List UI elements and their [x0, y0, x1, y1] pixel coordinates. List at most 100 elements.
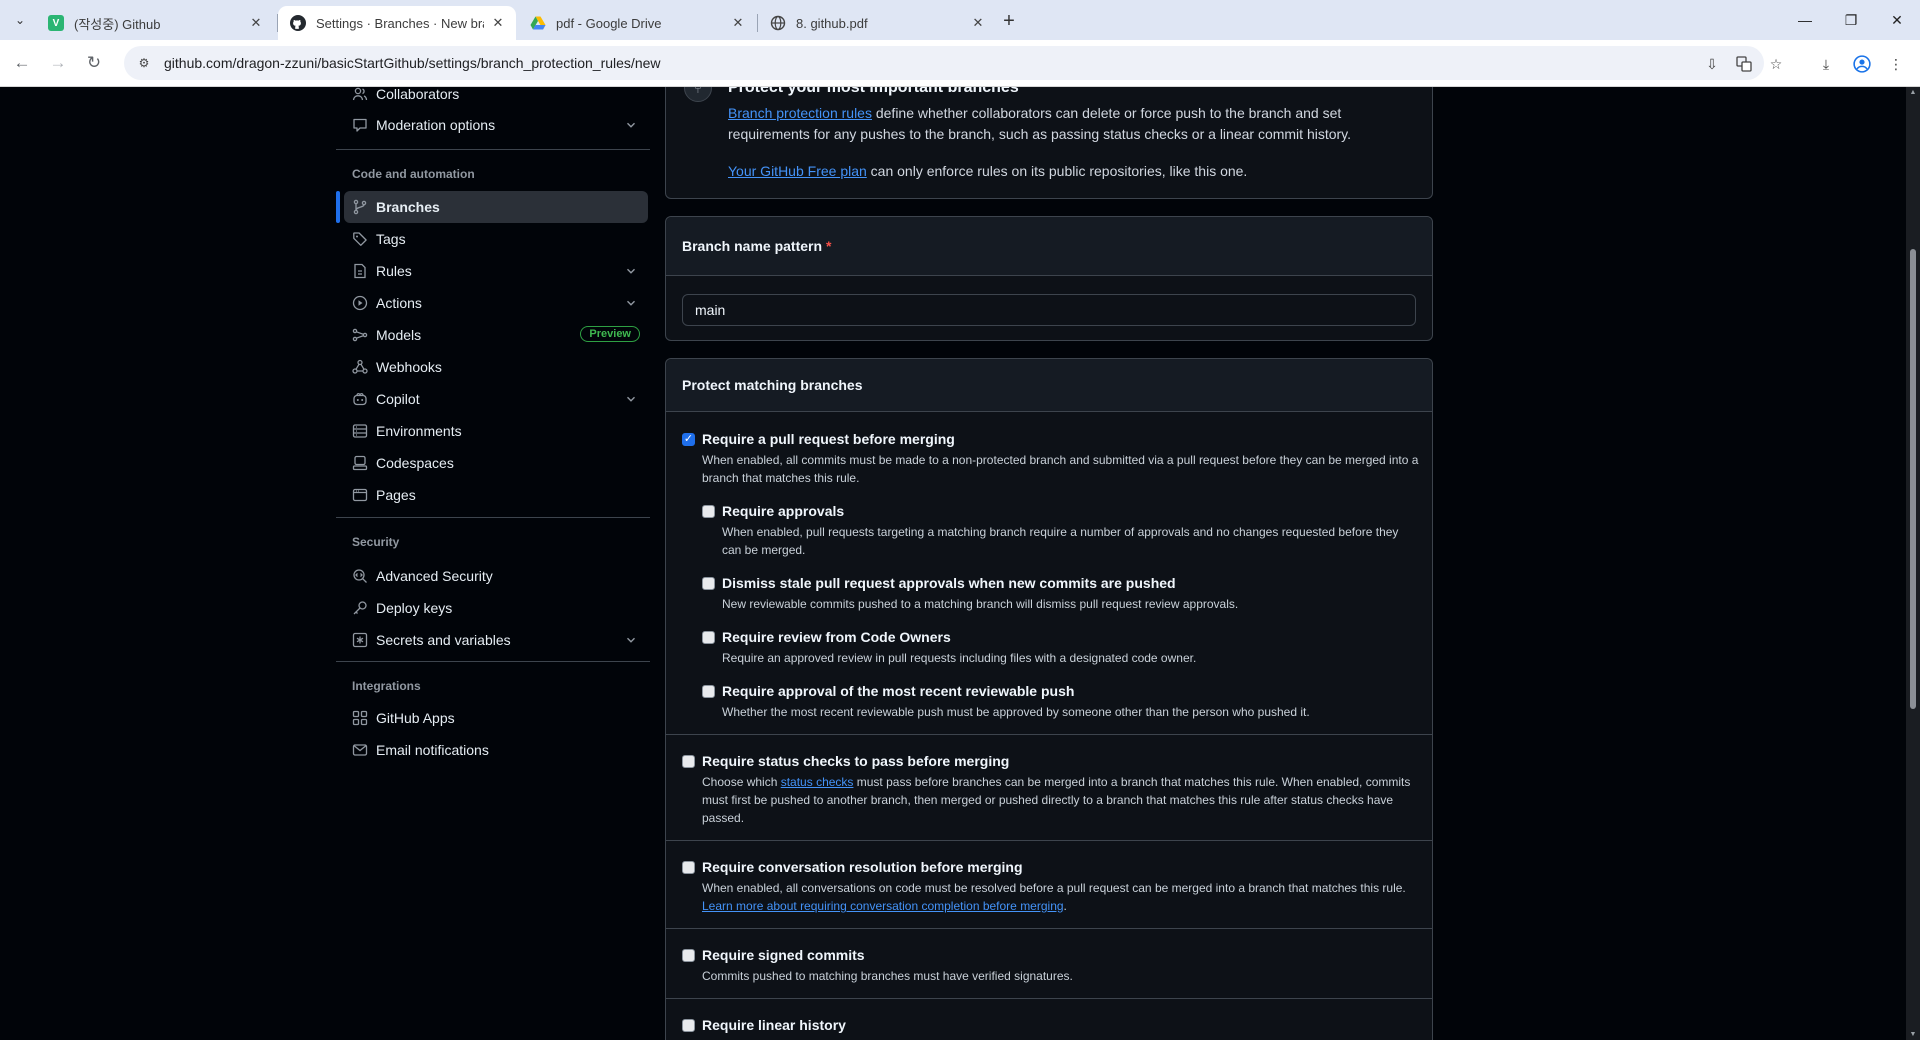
branch-pattern-header: Branch name pattern * [666, 217, 1432, 276]
back-arrow-icon[interactable]: ← [8, 49, 36, 77]
branch-pattern-input[interactable]: main [682, 294, 1416, 326]
close-icon[interactable]: ✕ [730, 15, 746, 31]
dismiss-stale-label: Dismiss stale pull request approvals whe… [722, 575, 1176, 591]
github-free-plan-link[interactable]: Your GitHub Free plan [728, 163, 867, 179]
signed-commits-checkbox[interactable] [682, 949, 695, 962]
sidebar-item-github-apps[interactable]: GitHub Apps [344, 702, 648, 734]
people-icon [352, 87, 368, 102]
linear-history-label: Require linear history [702, 1017, 846, 1033]
tab-github-draft[interactable]: V (작성중) Github ✕ [36, 6, 274, 40]
conversation-learn-more-link[interactable]: Learn more about requiring conversation … [702, 899, 1064, 913]
page-scrollbar[interactable]: ▲ ▼ [1906, 87, 1920, 1040]
branch-icon: ⑂ [684, 87, 712, 102]
url-text: github.com/dragon-zzuni/basicStartGithub… [164, 55, 661, 71]
github-icon [290, 15, 306, 31]
minimize-icon[interactable]: — [1782, 0, 1828, 40]
install-app-icon[interactable]: ⇩ [1702, 54, 1722, 74]
sidebar-item-collaborators[interactable]: Collaborators [344, 87, 648, 110]
site-info-icon[interactable]: ⚙ [136, 55, 152, 71]
required-mark: * [826, 238, 832, 254]
sidebar-item-secrets-variables[interactable]: Secrets and variables [344, 624, 648, 656]
sidebar-heading-code-automation: Code and automation [352, 167, 475, 181]
forward-arrow-icon[interactable]: → [44, 49, 72, 77]
restore-icon[interactable]: ❐ [1828, 0, 1874, 40]
linear-history-checkbox[interactable] [682, 1019, 695, 1032]
sidebar-item-rules[interactable]: Rules [344, 255, 648, 287]
sidebar-item-email-notifications[interactable]: Email notifications [344, 734, 648, 766]
tab-github-pdf[interactable]: 8. github.pdf ✕ [758, 6, 996, 40]
conversation-resolution-checkbox[interactable] [682, 861, 695, 874]
models-icon [352, 327, 368, 343]
sidebar-item-pages[interactable]: Pages [344, 479, 648, 511]
chevron-down-icon[interactable] [624, 264, 638, 278]
sidebar-divider [336, 149, 650, 150]
chevron-down-icon[interactable] [624, 296, 638, 310]
reload-icon[interactable]: ↻ [80, 49, 108, 77]
sidebar-item-branches[interactable]: Branches [344, 191, 648, 223]
tab-google-drive[interactable]: pdf - Google Drive ✕ [518, 6, 756, 40]
scroll-up-arrow-icon[interactable]: ▲ [1909, 89, 1917, 96]
conversation-link-suffix: . [1063, 899, 1067, 913]
status-checks-desc: Choose which status checks must pass bef… [702, 773, 1416, 827]
recent-push-checkbox[interactable] [702, 685, 715, 698]
profile-avatar-icon[interactable] [1852, 54, 1872, 74]
mail-icon [352, 742, 368, 758]
sidebar-divider [336, 517, 650, 518]
chevron-down-icon[interactable] [624, 633, 638, 647]
globe-icon [770, 15, 786, 31]
protection-info-box: ⑂ Protect your most important branches B… [665, 87, 1433, 199]
tab-title: Settings · Branches · New branch protect… [316, 15, 484, 31]
sidebar-item-label: Collaborators [376, 87, 460, 102]
code-owners-checkbox[interactable] [702, 631, 715, 644]
address-bar[interactable]: ⚙ github.com/dragon-zzuni/basicStartGith… [124, 46, 1764, 80]
sidebar-item-deploy-keys[interactable]: Deploy keys [344, 592, 648, 624]
comment-icon [352, 117, 368, 133]
status-checks-link[interactable]: status checks [781, 775, 854, 789]
chevron-down-icon[interactable] [624, 118, 638, 132]
branch-pattern-label: Branch name pattern [682, 238, 823, 254]
tab-title: pdf - Google Drive [556, 15, 662, 31]
new-tab-plus-icon[interactable]: + [996, 8, 1022, 34]
scrollbar-thumb[interactable] [1910, 249, 1916, 709]
sidebar-item-label: Secrets and variables [376, 632, 511, 648]
branch-protection-rules-link[interactable]: Branch protection rules [728, 105, 872, 121]
dismiss-stale-checkbox[interactable] [702, 577, 715, 590]
close-icon[interactable]: ✕ [248, 15, 264, 31]
tab-settings-branches[interactable]: Settings · Branches · New branch protect… [278, 6, 516, 40]
conversation-resolution-desc: When enabled, all conversations on code … [702, 879, 1422, 915]
tab-title: (작성중) Github [74, 16, 161, 32]
sidebar-item-label: Email notifications [376, 742, 489, 758]
section-divider [666, 734, 1432, 735]
close-icon[interactable]: ✕ [490, 15, 506, 31]
status-checks-desc-text: Choose which [702, 775, 781, 789]
scroll-down-arrow-icon[interactable]: ▼ [1909, 1031, 1917, 1038]
tab-search-chevron-icon[interactable]: ⌄ [10, 10, 30, 30]
sidebar-item-advanced-security[interactable]: Advanced Security [344, 560, 648, 592]
preview-badge: Preview [580, 326, 640, 342]
close-icon[interactable]: ✕ [970, 15, 986, 31]
more-menu-icon[interactable]: ⋮ [1886, 54, 1906, 74]
sidebar-item-copilot[interactable]: Copilot [344, 383, 648, 415]
require-approvals-checkbox[interactable] [702, 505, 715, 518]
status-checks-checkbox[interactable] [682, 755, 695, 768]
sidebar-item-actions[interactable]: Actions [344, 287, 648, 319]
bookmark-star-icon[interactable]: ☆ [1766, 54, 1786, 74]
sidebar-item-environments[interactable]: Environments [344, 415, 648, 447]
translate-icon[interactable] [1734, 54, 1754, 74]
sidebar-item-models[interactable]: Models Preview [344, 319, 648, 351]
code-owners-label: Require review from Code Owners [722, 629, 951, 645]
sidebar-item-codespaces[interactable]: Codespaces [344, 447, 648, 479]
info-title: Protect your most important branches [728, 87, 1019, 96]
info-description: Branch protection rules define whether c… [728, 103, 1378, 145]
drive-icon [530, 15, 546, 31]
window-close-icon[interactable]: ✕ [1874, 0, 1920, 40]
download-icon[interactable]: ⤓ [1816, 54, 1836, 74]
sidebar-item-webhooks[interactable]: Webhooks [344, 351, 648, 383]
sidebar-item-tags[interactable]: Tags [344, 223, 648, 255]
rules-icon [352, 263, 368, 279]
sidebar-item-moderation-options[interactable]: Moderation options [344, 109, 648, 141]
sidebar-item-label: Webhooks [376, 359, 442, 375]
require-pr-checkbox[interactable]: ✓ [682, 433, 695, 446]
chevron-down-icon[interactable] [624, 392, 638, 406]
require-approvals-desc: When enabled, pull requests targeting a … [722, 525, 1399, 557]
